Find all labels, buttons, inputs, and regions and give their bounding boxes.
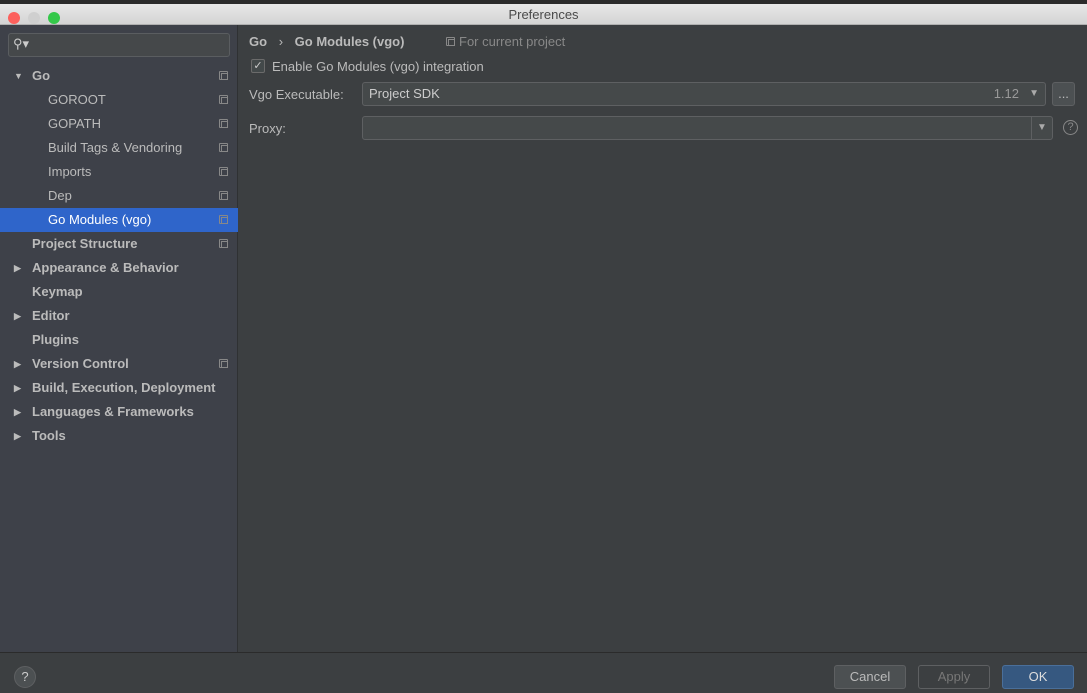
sidebar-item[interactable]: Project Structure	[0, 232, 238, 256]
breadcrumb: Go › Go Modules (vgo)	[249, 34, 404, 49]
project-scope-icon	[219, 167, 228, 176]
sidebar-item-label: Version Control	[32, 356, 129, 371]
collapsed-arrow-icon[interactable]: ▶	[14, 352, 21, 376]
project-scope-icon	[219, 215, 228, 224]
sidebar-item-label: Project Structure	[32, 236, 138, 251]
search-field[interactable]	[35, 36, 225, 54]
sidebar-item-label: Build Tags & Vendoring	[48, 140, 183, 155]
vgo-executable-label: Vgo Executable:	[249, 87, 344, 102]
project-scope-icon	[219, 119, 228, 128]
sidebar-item-label: Tools	[32, 428, 66, 443]
project-scope-icon	[219, 95, 228, 104]
collapsed-arrow-icon[interactable]: ▶	[14, 304, 21, 328]
dialog-footer: ? Cancel Apply OK	[0, 652, 1087, 693]
sidebar-item-label: Build, Execution, Deployment	[32, 380, 216, 395]
chevron-down-icon: ▼	[1029, 88, 1039, 99]
collapsed-arrow-icon[interactable]: ▶	[14, 400, 21, 424]
vgo-executable-select[interactable]: Project SDK 1.12 ▼	[362, 82, 1046, 106]
sidebar-item[interactable]: ▶ Build, Execution, Deployment	[0, 376, 238, 400]
apply-button[interactable]: Apply	[918, 665, 990, 689]
sidebar-item[interactable]: ▶ Tools	[0, 424, 238, 448]
sidebar-item[interactable]: ▶ Version Control	[0, 352, 238, 376]
search-input[interactable]: ⚲▾	[8, 33, 230, 57]
sidebar-item[interactable]: Dep	[0, 184, 238, 208]
help-button[interactable]: ?	[14, 666, 36, 688]
checkbox-checked-icon: ✓	[251, 59, 265, 73]
sidebar-item[interactable]: Plugins	[0, 328, 238, 352]
sidebar-item[interactable]: Imports	[0, 160, 238, 184]
proxy-label: Proxy:	[249, 121, 286, 136]
project-scope-icon	[219, 359, 228, 368]
vgo-version: 1.12	[993, 86, 1019, 101]
sidebar-item-label: Plugins	[32, 332, 79, 347]
sidebar-item-label: Go	[32, 68, 51, 83]
search-icon: ⚲▾	[13, 36, 30, 51]
sidebar-item[interactable]: Go Modules (vgo)	[0, 208, 238, 232]
proxy-combobox[interactable]: ▼	[362, 116, 1053, 140]
sidebar-item-label: Imports	[48, 164, 92, 179]
sidebar-item-label: Go Modules (vgo)	[48, 212, 152, 227]
window-title: Preferences	[508, 7, 579, 22]
sidebar-item[interactable]: Keymap	[0, 280, 238, 304]
collapsed-arrow-icon[interactable]: ▶	[14, 424, 21, 448]
collapsed-arrow-icon[interactable]: ▶	[14, 376, 21, 400]
sidebar-item-label: GOROOT	[48, 92, 106, 107]
project-scope-icon	[219, 71, 228, 80]
project-scope-icon	[219, 143, 228, 152]
sidebar-item-label: Editor	[32, 308, 70, 323]
enable-modules-label: Enable Go Modules (vgo) integration	[272, 59, 484, 74]
sidebar-item-label: Keymap	[32, 284, 83, 299]
scope-label: For current project	[459, 34, 566, 49]
sidebar-item[interactable]: ▼ Go	[0, 64, 238, 88]
close-button[interactable]	[8, 12, 20, 24]
help-icon[interactable]: ?	[1063, 120, 1078, 135]
sidebar-item-label: Appearance & Behavior	[32, 260, 179, 275]
project-scope-icon	[219, 191, 228, 200]
breadcrumb-parent[interactable]: Go	[249, 34, 267, 49]
sidebar-item-label: GOPATH	[48, 116, 101, 131]
collapsed-arrow-icon[interactable]: ▶	[14, 256, 21, 280]
sidebar-item[interactable]: GOROOT	[0, 88, 238, 112]
sidebar-item[interactable]: GOPATH	[0, 112, 238, 136]
breadcrumb-current: Go Modules (vgo)	[294, 34, 405, 49]
settings-tree: ⚲▾ ▼ Go GOROOT GOPATH Build Tags & Vendoring…	[0, 25, 238, 652]
ok-button[interactable]: OK	[1002, 665, 1074, 689]
expanded-arrow-icon[interactable]: ▼	[14, 64, 23, 88]
title-bar: Preferences	[0, 4, 1087, 25]
cancel-button[interactable]: Cancel	[834, 665, 906, 689]
sidebar-item[interactable]: ▶ Appearance & Behavior	[0, 256, 238, 280]
settings-panel: Go › Go Modules (vgo) For current projec…	[239, 25, 1087, 652]
sidebar-item[interactable]: Build Tags & Vendoring	[0, 136, 238, 160]
sidebar-item-label: Dep	[48, 188, 72, 203]
browse-button[interactable]: ...	[1052, 82, 1075, 106]
vgo-executable-value: Project SDK	[369, 86, 440, 101]
sidebar-item[interactable]: ▶ Languages & Frameworks	[0, 400, 238, 424]
breadcrumb-separator: ›	[278, 34, 284, 49]
zoom-button[interactable]	[48, 12, 60, 24]
chevron-down-icon[interactable]: ▼	[1031, 117, 1052, 139]
project-scope-icon	[219, 239, 228, 248]
sidebar-item[interactable]: ▶ Editor	[0, 304, 238, 328]
sidebar-item-label: Languages & Frameworks	[32, 404, 194, 419]
minimize-button[interactable]	[28, 12, 40, 24]
project-scope-icon	[446, 37, 455, 46]
